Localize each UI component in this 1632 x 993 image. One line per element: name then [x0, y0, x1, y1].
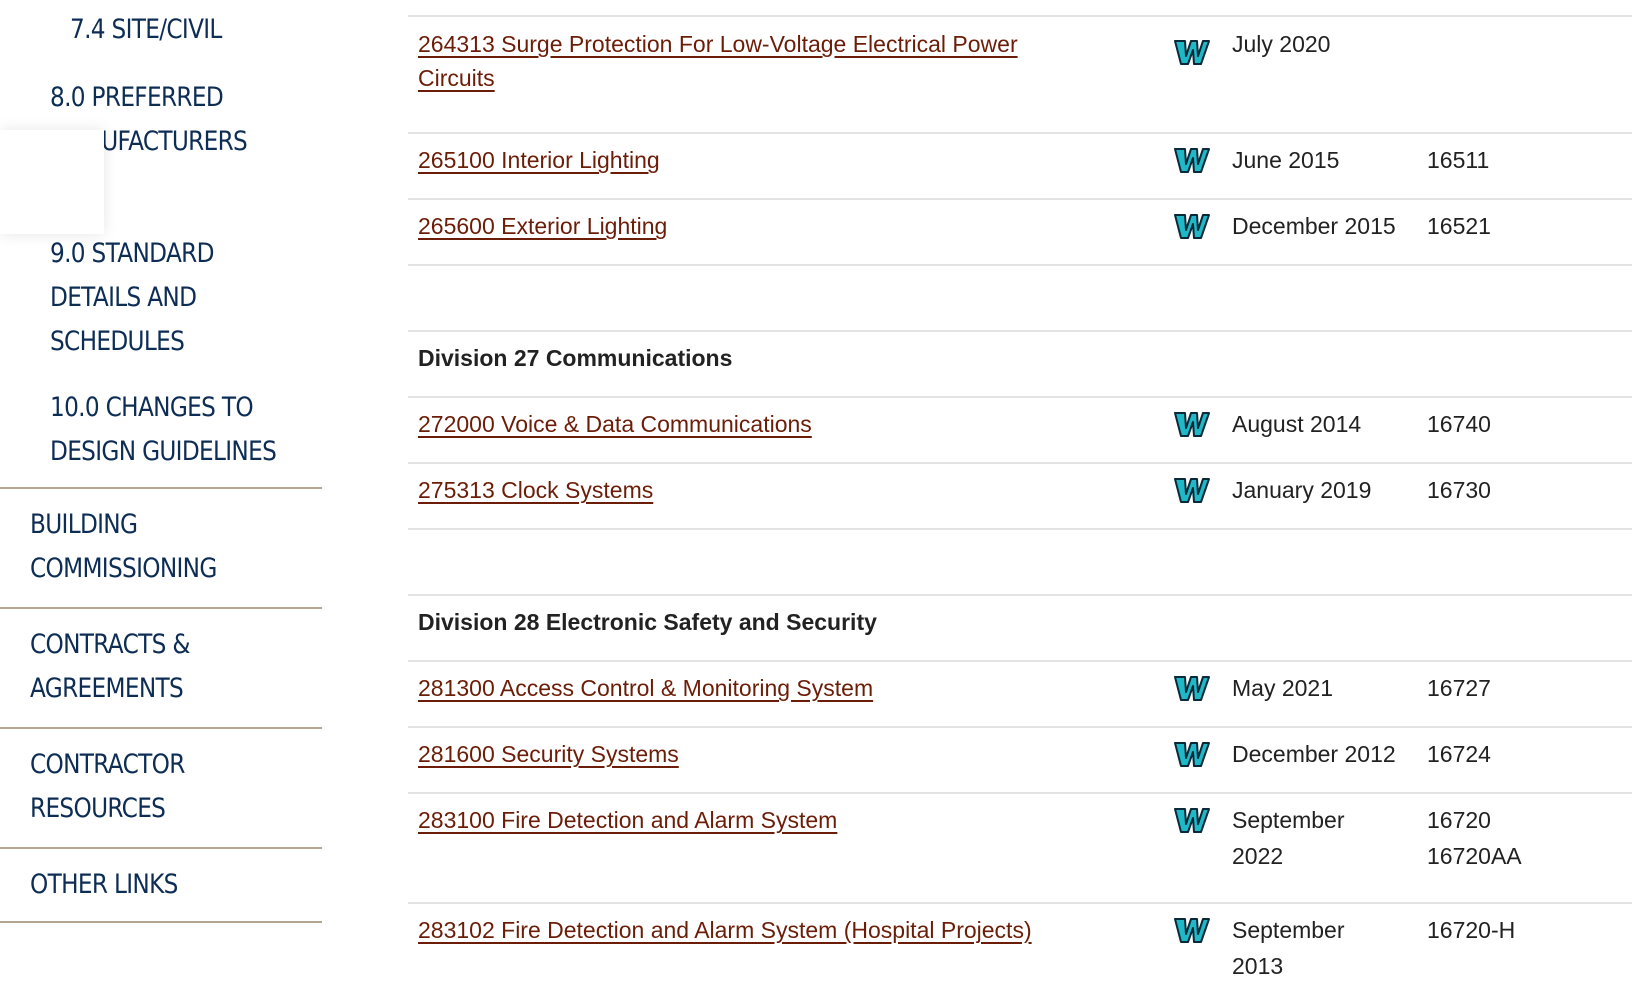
row-divider — [408, 396, 1632, 398]
nav-item-label: DESIGN GUIDELINES — [50, 436, 277, 467]
old-spec-number: 16727 — [1427, 675, 1491, 701]
spec-link[interactable]: 265100 Interior Lighting — [418, 143, 1058, 177]
division-heading: Division 27 Communications — [418, 345, 733, 371]
old-spec-number: 16720-H — [1427, 917, 1516, 943]
nav-item-label: BUILDING — [30, 509, 138, 540]
row-divider — [408, 15, 1632, 17]
nav-divider — [0, 847, 322, 849]
row-divider — [408, 726, 1632, 728]
division-heading: Division 28 Electronic Safety and Securi… — [418, 609, 877, 635]
nav-divider — [0, 727, 322, 729]
word-doc-icon[interactable] — [1174, 916, 1210, 944]
row-divider — [408, 594, 1632, 596]
nav-divider — [0, 921, 322, 923]
word-doc-icon[interactable] — [1174, 674, 1210, 702]
spec-link[interactable]: 275313 Clock Systems — [418, 473, 1058, 507]
revision-date: December 2015 — [1232, 213, 1396, 239]
revision-date: September 2013 — [1232, 917, 1345, 979]
row-divider — [408, 264, 1632, 266]
nav-item-contractor-resources[interactable]: CONTRACTOR RESOURCES — [30, 743, 185, 831]
nav-item-site-civil[interactable]: 7.4 SITE/CIVIL — [70, 8, 222, 52]
nav-item-label: 8.0 PREFERRED — [50, 82, 224, 113]
specifications-table: 264313 Surge Protection For Low-Voltage … — [408, 0, 1632, 993]
row-divider — [408, 198, 1632, 200]
nav-item-changes-to-guidelines[interactable]: 10.0 CHANGES TO DESIGN GUIDELINES — [50, 386, 277, 474]
row-divider — [408, 528, 1632, 530]
spec-link[interactable]: 272000 Voice & Data Communications — [418, 407, 1058, 441]
row-divider — [408, 902, 1632, 904]
old-spec-number: 16730 — [1427, 477, 1491, 503]
word-doc-icon[interactable] — [1174, 476, 1210, 504]
old-spec-number: 16521 — [1427, 213, 1491, 239]
nav-item-label: AGREEMENTS — [30, 673, 184, 704]
old-spec-number: 16724 — [1427, 741, 1491, 767]
nav-item-label: 10.0 CHANGES TO — [50, 392, 254, 423]
nav-item-label: 9.0 STANDARD — [50, 238, 214, 269]
old-spec-number: 16740 — [1427, 411, 1491, 437]
nav-item-label: SCHEDULES — [50, 326, 185, 357]
nav-item-label: COMMISSIONING — [30, 553, 217, 584]
nav-item-label: DETAILS AND — [50, 282, 197, 313]
spec-link[interactable]: 281600 Security Systems — [418, 737, 1058, 771]
spec-link[interactable]: 283102 Fire Detection and Alarm System (… — [418, 913, 1058, 947]
revision-date: July 2020 — [1232, 31, 1331, 57]
word-doc-icon[interactable] — [1174, 410, 1210, 438]
spec-link[interactable]: 264313 Surge Protection For Low-Voltage … — [418, 27, 1058, 95]
nav-item-contracts-agreements[interactable]: CONTRACTS & AGREEMENTS — [30, 623, 190, 711]
nav-item-label: CONTRACTOR — [30, 749, 185, 780]
nav-item-label: RESOURCES — [30, 793, 166, 824]
nav-item-label: OTHER LINKS — [30, 869, 178, 900]
spec-link[interactable]: 265600 Exterior Lighting — [418, 209, 1058, 243]
row-divider — [408, 462, 1632, 464]
nav-item-standard-details[interactable]: 9.0 STANDARD DETAILS AND SCHEDULES — [50, 232, 214, 364]
revision-date: May 2021 — [1232, 675, 1334, 701]
revision-date: December 2012 — [1232, 741, 1396, 767]
row-divider — [408, 660, 1632, 662]
nav-item-label: CONTRACTS & — [30, 629, 190, 660]
revision-date: June 2015 — [1232, 147, 1340, 173]
revision-date: August 2014 — [1232, 411, 1362, 437]
nav-divider — [0, 607, 322, 609]
old-spec-number: 16511 — [1427, 147, 1490, 173]
revision-date: January 2019 — [1232, 477, 1372, 503]
nav-divider — [0, 487, 322, 489]
nav-item-building-commissioning[interactable]: BUILDING COMMISSIONING — [30, 503, 217, 591]
old-spec-number: 16720 16720AA — [1427, 807, 1522, 869]
floating-overlay-panel[interactable] — [0, 130, 104, 234]
word-doc-icon[interactable] — [1174, 212, 1210, 240]
row-divider — [408, 792, 1632, 794]
nav-item-label: 7.4 SITE/CIVIL — [70, 14, 222, 45]
word-doc-icon[interactable] — [1174, 806, 1210, 834]
word-doc-icon[interactable] — [1174, 146, 1210, 174]
revision-date: September 2022 — [1232, 807, 1345, 869]
word-doc-icon[interactable] — [1174, 38, 1210, 66]
row-divider — [408, 132, 1632, 134]
nav-item-other-links[interactable]: OTHER LINKS — [30, 863, 178, 907]
spec-link[interactable]: 281300 Access Control & Monitoring Syste… — [418, 671, 1058, 705]
sidebar-nav: 7.4 SITE/CIVIL 8.0 PREFERRED MANUFACTURE… — [0, 0, 322, 993]
spec-link[interactable]: 283100 Fire Detection and Alarm System — [418, 803, 1058, 837]
word-doc-icon[interactable] — [1174, 740, 1210, 768]
row-divider — [408, 330, 1632, 332]
